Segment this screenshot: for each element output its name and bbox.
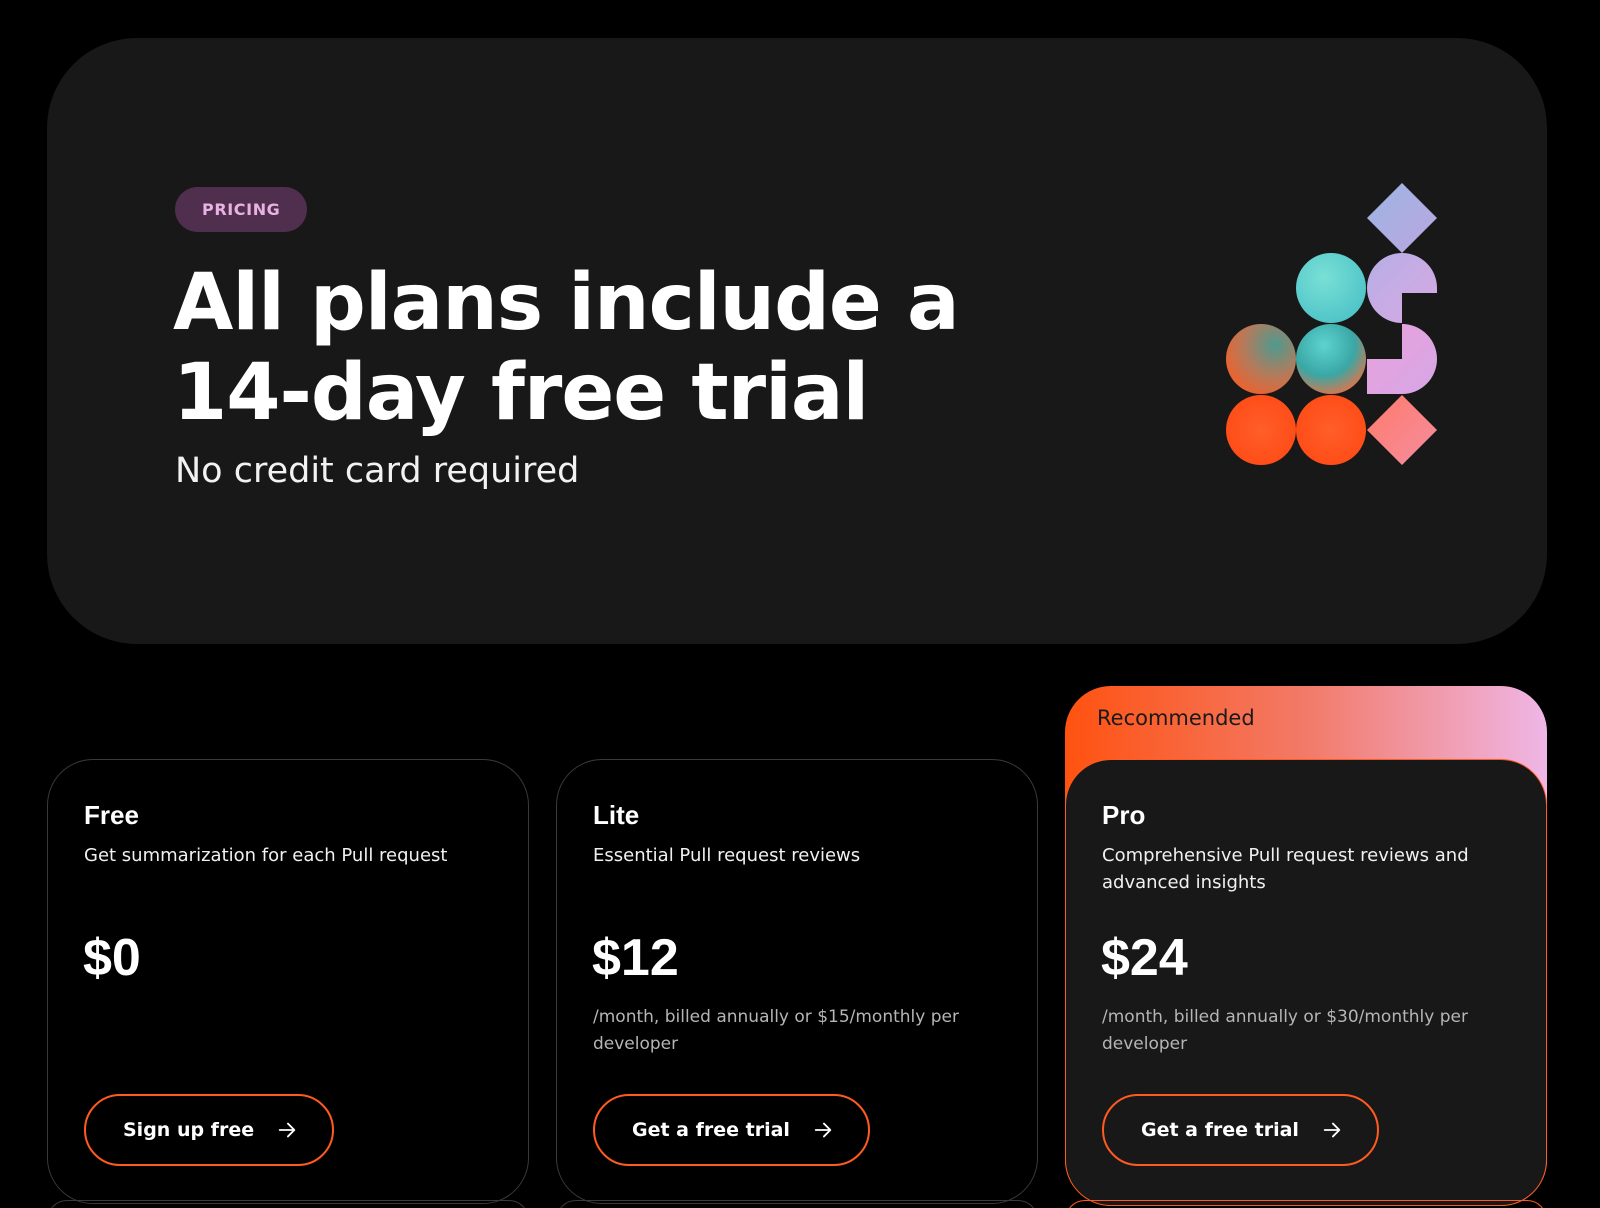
plan-card-pro: Pro Comprehensive Pull request reviews a…	[1065, 759, 1547, 1206]
plan-billing-note: /month, billed annually or $30/monthly p…	[1102, 1007, 1468, 1054]
cta-label: Sign up free	[123, 1119, 255, 1141]
plan-card-lite: Lite Essential Pull request reviews $12 …	[556, 759, 1038, 1204]
geometric-shapes-illustration	[1226, 183, 1437, 465]
plan-billing-note: /month, billed annually or $15/monthly p…	[593, 1007, 959, 1054]
next-card-edge	[556, 1200, 1038, 1208]
plan-description: Essential Pull request reviews	[593, 845, 861, 866]
recommended-plan-wrapper: Recommended Pro Comprehensive Pull reque…	[1065, 686, 1547, 1206]
plan-name: Free	[84, 800, 139, 830]
pricing-badge: PRICING	[175, 187, 308, 232]
plan-price: $0	[83, 929, 141, 987]
get-free-trial-button[interactable]: Get a free trial	[1102, 1094, 1379, 1166]
plan-name: Pro	[1102, 800, 1146, 830]
plan-description: Comprehensive Pull request reviews and a…	[1102, 845, 1469, 893]
arrow-right-icon	[278, 1122, 296, 1138]
plan-price: $24	[1101, 929, 1188, 987]
get-free-trial-button[interactable]: Get a free trial	[593, 1094, 870, 1166]
plan-card-free: Free Get summarization for each Pull req…	[47, 759, 529, 1204]
recommended-label: Recommended	[1097, 706, 1255, 730]
arrow-right-icon	[814, 1122, 832, 1138]
plan-name: Lite	[593, 800, 640, 830]
arrow-right-icon	[1323, 1122, 1341, 1138]
plan-price: $12	[592, 929, 679, 987]
hero-headline: All plans include a 14-day free trial	[173, 258, 960, 438]
pricing-hero: PRICING All plans include a 14-day free …	[47, 38, 1547, 644]
cta-label: Get a free trial	[1141, 1119, 1299, 1141]
cta-label: Get a free trial	[632, 1119, 790, 1141]
next-card-edge	[1065, 1200, 1547, 1208]
sign-up-free-button[interactable]: Sign up free	[84, 1094, 335, 1166]
next-card-edge	[47, 1200, 529, 1208]
plan-description: Get summarization for each Pull request	[84, 845, 448, 866]
hero-subhead: No credit card required	[175, 451, 580, 491]
